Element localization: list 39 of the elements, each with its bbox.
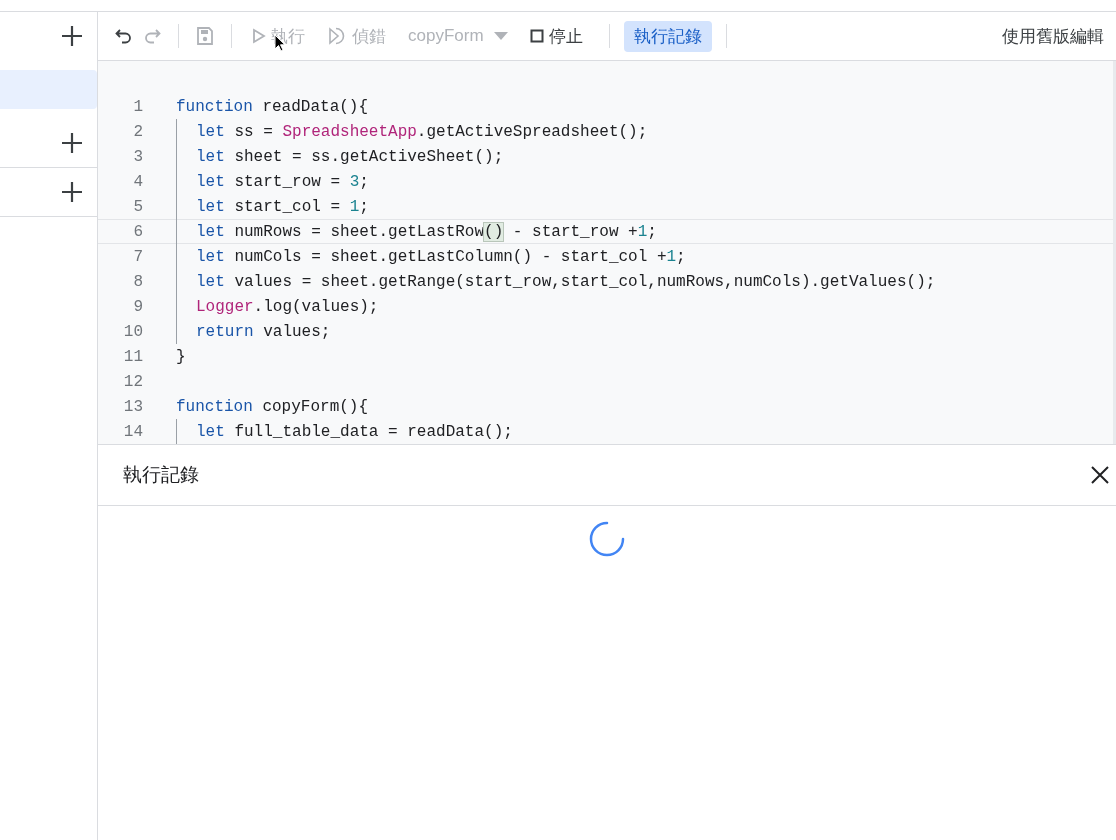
line-number: 10: [122, 322, 143, 341]
legacy-editor-link[interactable]: 使用舊版編輯: [1002, 24, 1104, 48]
code-line: return values;: [176, 319, 331, 344]
add-icon[interactable]: [61, 132, 83, 154]
line-number: 7: [132, 247, 143, 266]
code-line: let numCols = sheet.getLastColumn() - start_col +1;: [176, 244, 686, 269]
line-number: 2: [132, 122, 143, 141]
code-line: Logger.log(values);: [176, 294, 379, 319]
line-number: 8: [132, 272, 143, 291]
add-icon[interactable]: [61, 181, 83, 203]
line-number: 5: [132, 197, 143, 216]
panel-title: 執行記錄: [123, 463, 199, 487]
stop-button[interactable]: 停止: [523, 20, 589, 52]
line-number: 13: [122, 397, 143, 416]
line-number: 6: [132, 222, 143, 241]
line-number: 4: [132, 172, 143, 191]
close-icon[interactable]: [1091, 466, 1109, 484]
line-number: 14: [122, 422, 143, 441]
code-line: let ss = SpreadsheetApp.getActiveSpreadsheet();: [176, 119, 648, 144]
code-line: let start_col = 1;: [176, 194, 369, 219]
code-line: function copyForm(){: [176, 396, 369, 418]
line-number: 3: [132, 147, 143, 166]
code-line: let sheet = ss.getActiveSheet();: [176, 144, 504, 169]
add-icon[interactable]: [61, 25, 83, 47]
code-editor[interactable]: [98, 61, 1116, 444]
line-number: 12: [122, 372, 143, 391]
code-line: }: [176, 346, 186, 368]
caret-icon: [493, 32, 508, 40]
code-line: let full_table_data = readData();: [176, 419, 513, 444]
stop-icon: [529, 29, 544, 43]
line-number: 11: [122, 347, 143, 366]
code-line: let start_row = 3;: [176, 169, 369, 194]
play-icon: [252, 28, 266, 44]
code-line: let values = sheet.getRange(start_row,start_col,numRows,numCols).getValues();: [176, 269, 936, 294]
execution-log-button[interactable]: 執行記錄: [623, 20, 712, 52]
code-line: function readData(){: [176, 96, 369, 118]
line-number: 1: [132, 97, 143, 116]
line-number: 9: [132, 297, 143, 316]
debug-icon: [327, 26, 347, 46]
